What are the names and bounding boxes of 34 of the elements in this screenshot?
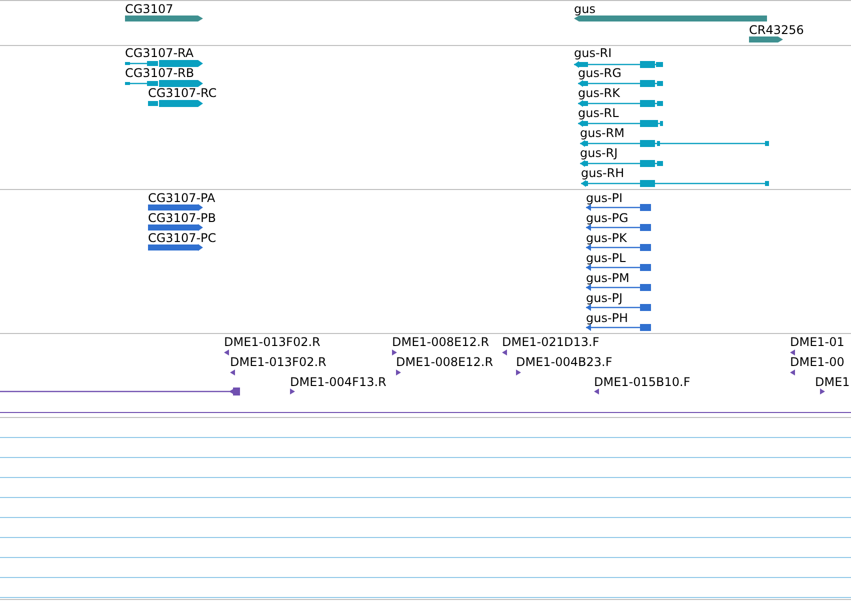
transcript-label: gus-RI <box>574 46 612 60</box>
clone-label: DME1-004B23.F <box>516 355 612 369</box>
clone-label: DME1 <box>815 375 850 389</box>
gene-label: CG3107 <box>125 2 174 16</box>
gene-label: CR43256 <box>749 23 804 37</box>
transcript-label: gus-RK <box>578 86 620 100</box>
protein-label: gus-PM <box>586 271 630 285</box>
clone-label: DME1-01 <box>790 335 844 349</box>
clone-label: DME1-013F02.R <box>224 335 320 349</box>
protein-label: CG3107-PA <box>148 191 216 205</box>
clone-label: DME1-00 <box>790 355 844 369</box>
protein-label: gus-PL <box>586 251 626 265</box>
transcript-label: gus-RL <box>578 106 619 120</box>
protein-label: gus-PH <box>586 311 628 325</box>
transcript-label: CG3107-RA <box>125 46 194 60</box>
transcript-label: gus-RJ <box>580 146 618 160</box>
clone-label: DME1-004F13.R <box>290 375 386 389</box>
clone-label: DME1-015B10.F <box>594 375 690 389</box>
clone-label: DME1-013F02.R <box>230 355 326 369</box>
clone-label: DME1-021D13.F <box>502 335 600 349</box>
protein-label: gus-PJ <box>586 291 623 305</box>
gene-label: gus <box>574 2 596 16</box>
protein-label: CG3107-PC <box>148 231 216 245</box>
protein-label: gus-PG <box>586 211 628 225</box>
protein-label: gus-PK <box>586 231 627 245</box>
transcript-label: gus-RG <box>578 66 622 80</box>
transcript-label: CG3107-RC <box>148 86 217 100</box>
protein-label: CG3107-PB <box>148 211 216 225</box>
transcript-label: gus-RM <box>580 126 624 140</box>
transcript-label: gus-RH <box>581 166 624 180</box>
protein-label: gus-PI <box>586 191 623 205</box>
clone-label: DME1-008E12.R <box>396 355 494 369</box>
clone-label: DME1-008E12.R <box>392 335 490 349</box>
transcript-label: CG3107-RB <box>125 66 194 80</box>
